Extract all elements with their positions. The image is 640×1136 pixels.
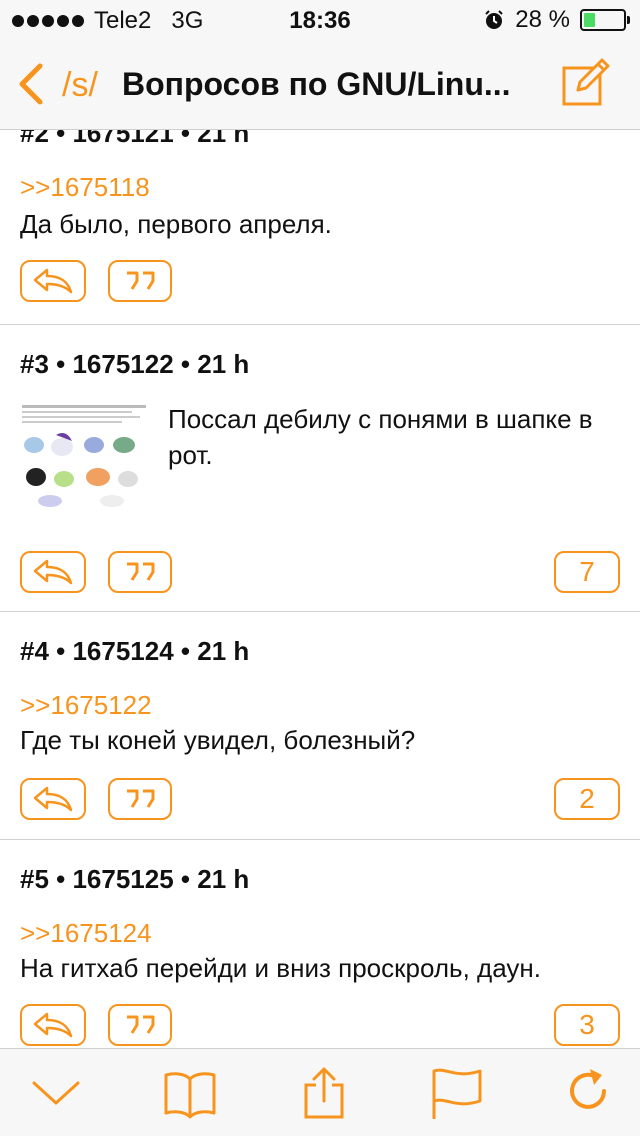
post-item: #5 • 1675125 • 21 h >>1675124 На гитхаб …: [0, 840, 640, 1048]
battery-percent: 28 %: [515, 6, 570, 33]
status-bar: Tele2 3G 18:36 28 %: [0, 0, 640, 40]
status-right: 28 %: [483, 6, 630, 34]
post-image-thumbnail[interactable]: [20, 401, 148, 511]
reply-icon: [33, 786, 73, 812]
reply-link[interactable]: >>1675122: [20, 690, 152, 721]
quote-button[interactable]: [108, 1004, 172, 1046]
post-text: Поссал дебилу с понями в шапке в рот.: [168, 404, 593, 470]
bottom-toolbar: [0, 1048, 640, 1136]
top-bar: Tele2 3G 18:36 28 % /s/ Вопросов по GNU/…: [0, 0, 640, 130]
ponies-image: [20, 401, 148, 511]
post-item: #2 • 1675121 • 21 h >>1675118 Да было, п…: [0, 130, 640, 325]
post-header: #3 • 1675122 • 21 h: [20, 349, 250, 379]
post-item: #4 • 1675124 • 21 h >>1675122 Где ты кон…: [0, 612, 640, 840]
reply-icon: [33, 268, 73, 294]
reply-button[interactable]: [20, 778, 86, 820]
board-name[interactable]: /s/: [62, 66, 98, 105]
posts-feed[interactable]: #2 • 1675121 • 21 h >>1675118 Да было, п…: [0, 130, 640, 1048]
book-icon[interactable]: [162, 1067, 218, 1119]
post-item: #3 • 1675122 • 21 h Поссал дебилу с поня…: [0, 325, 640, 612]
replies-count-button[interactable]: 7: [554, 551, 620, 593]
reply-button[interactable]: [20, 551, 86, 593]
reply-link[interactable]: >>1675124: [20, 918, 152, 949]
reply-icon: [33, 1012, 73, 1038]
alarm-icon: [485, 10, 504, 29]
post-text: Где ты коней увидел, болезный?: [20, 725, 416, 755]
quote-icon: [127, 271, 155, 290]
share-icon[interactable]: [296, 1067, 352, 1119]
reply-button[interactable]: [20, 260, 86, 302]
quote-button[interactable]: [108, 551, 172, 593]
navigation-bar: /s/ Вопросов по GNU/Linu...: [0, 40, 640, 130]
reply-link[interactable]: >>1675118: [20, 172, 150, 203]
chevron-down-icon[interactable]: [28, 1067, 84, 1119]
battery-icon: [580, 9, 630, 31]
replies-count-button[interactable]: 2: [554, 778, 620, 820]
quote-button[interactable]: [108, 260, 172, 302]
post-header: #2 • 1675121 • 21 h: [20, 130, 250, 148]
reply-icon: [33, 559, 73, 585]
post-text: Да было, первого апреля.: [20, 209, 332, 239]
quote-icon: [127, 562, 155, 581]
quote-icon: [127, 789, 155, 808]
post-header: #5 • 1675125 • 21 h: [20, 864, 250, 894]
quote-icon: [127, 1015, 155, 1034]
quote-button[interactable]: [108, 778, 172, 820]
reply-button[interactable]: [20, 1004, 86, 1046]
refresh-icon[interactable]: [562, 1067, 618, 1119]
post-text: На гитхаб перейди и вниз проскроль, даун…: [20, 953, 541, 983]
replies-count-button[interactable]: 3: [554, 1004, 620, 1046]
post-header: #4 • 1675124 • 21 h: [20, 636, 250, 666]
thread-title: Вопросов по GNU/Linu...: [122, 66, 511, 102]
compose-icon[interactable]: [560, 58, 610, 108]
flag-icon[interactable]: [428, 1067, 484, 1119]
back-button[interactable]: [14, 62, 50, 106]
